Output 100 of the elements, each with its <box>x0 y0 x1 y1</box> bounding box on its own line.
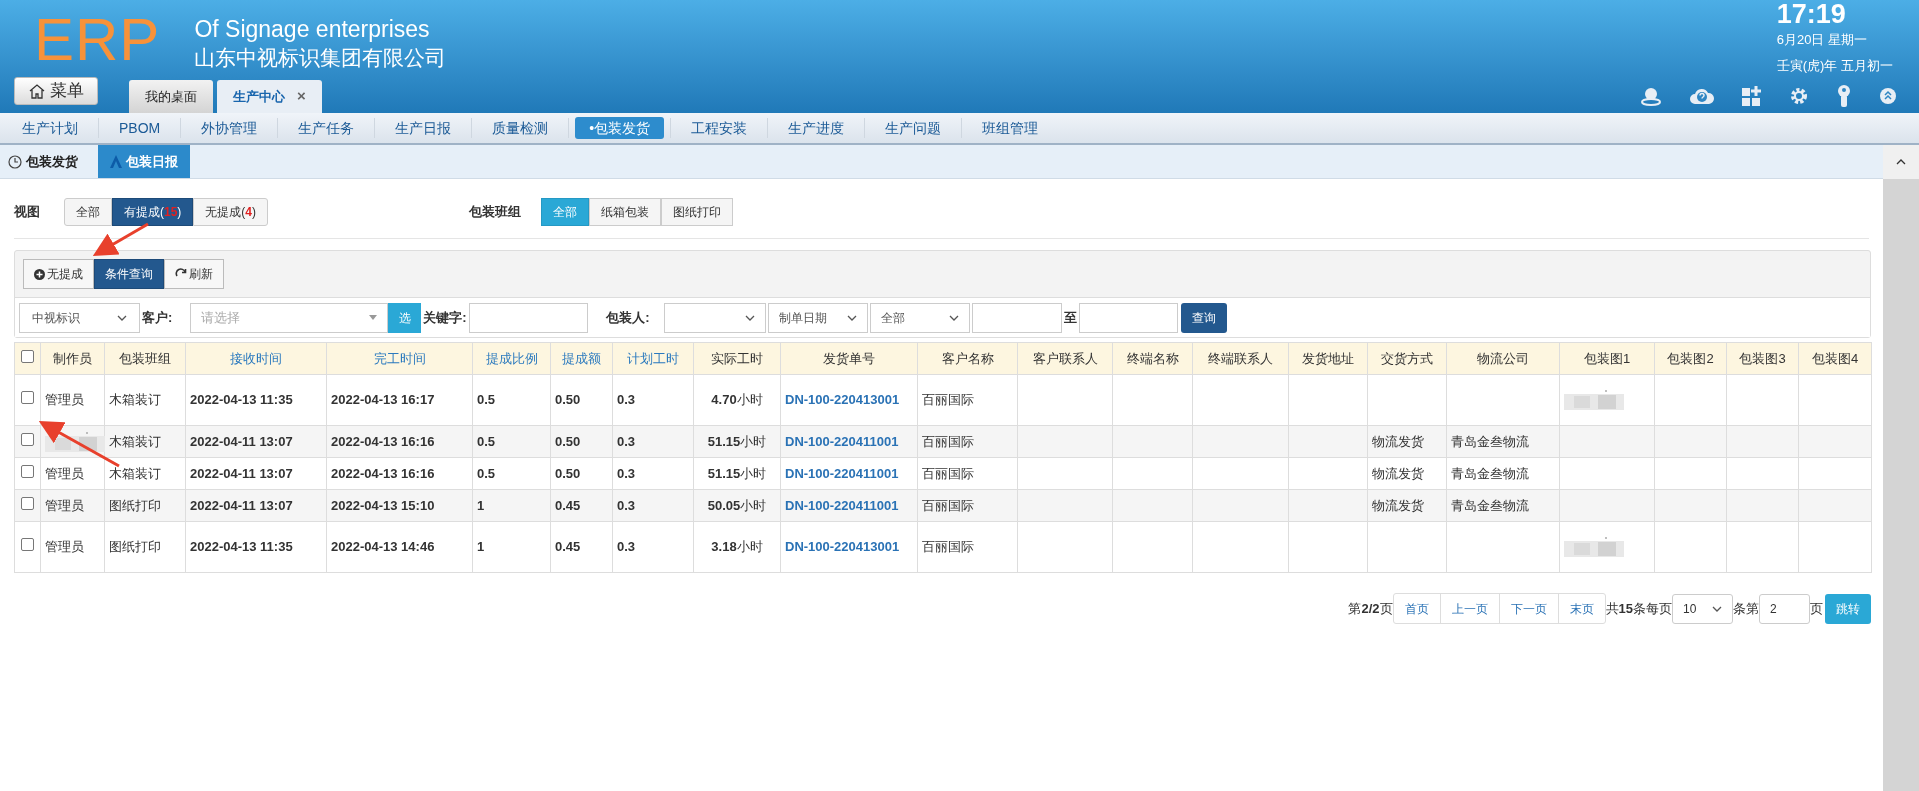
pagination-button[interactable]: 末页 <box>1557 594 1605 623</box>
nav-item[interactable]: 生产进度 <box>774 117 859 139</box>
table-cell-text: 青岛金叁物流 <box>1451 465 1529 481</box>
window-tab[interactable]: 生产中心 × <box>217 80 322 113</box>
date-text: 6月20日 星期一 <box>1776 31 1868 49</box>
view-filter-button[interactable]: 有提成(15) <box>112 198 194 226</box>
column-header[interactable]: 提成额 <box>550 342 613 375</box>
table-cell-text: 2022-04-11 13:07 <box>190 433 293 449</box>
checkbox[interactable] <box>21 349 34 363</box>
page-info: 第2/2页 <box>1348 599 1393 618</box>
chevron-down-icon <box>846 314 857 321</box>
table-cell-text: 0.3 <box>617 539 636 555</box>
collapse-up-icon[interactable] <box>1879 87 1897 105</box>
checkbox[interactable] <box>21 432 34 446</box>
table-cell-text: 0.5 <box>477 392 496 408</box>
settings-icon[interactable] <box>1789 86 1809 106</box>
table-cell-text: 百丽国际 <box>922 497 974 513</box>
checkbox[interactable] <box>21 496 34 510</box>
table-cell-text: 管理员 <box>45 392 84 408</box>
nav-item[interactable]: 生产日报 <box>381 117 466 139</box>
range-select[interactable]: 全部 <box>869 302 970 333</box>
end-date-input[interactable] <box>1078 302 1178 333</box>
close-icon[interactable]: × <box>297 85 306 108</box>
table-cell-text: 0.3 <box>617 392 636 408</box>
customer-label: 客户: <box>142 308 173 327</box>
nav-item[interactable]: 质量检测 <box>478 117 563 139</box>
sub-tab[interactable]: 包装日报 <box>98 145 190 178</box>
column-header: 终端名称 <box>1112 342 1193 375</box>
nav-item[interactable]: PBOM <box>105 117 175 139</box>
goto-page-input[interactable]: 2 <box>1759 593 1810 624</box>
vertical-scrollbar[interactable] <box>1883 145 1919 791</box>
column-header[interactable]: 接收时间 <box>185 342 327 375</box>
column-header: 终端联系人 <box>1192 342 1289 375</box>
toolbar-button[interactable]: 刷新 <box>164 259 224 289</box>
sub-tab[interactable]: 包装发货 <box>0 145 86 178</box>
pagination-button[interactable]: 上一页 <box>1439 594 1499 623</box>
table-cell-text: 2022-04-13 16:16 <box>331 465 435 481</box>
company-select[interactable]: 中视标识 <box>19 302 140 333</box>
menu-button[interactable]: 菜单 <box>14 77 98 105</box>
column-header[interactable]: 完工时间 <box>326 342 473 375</box>
keyword-input[interactable] <box>468 302 588 333</box>
nav-item[interactable]: 班组管理 <box>968 117 1053 139</box>
nav-item[interactable]: 工程安装 <box>677 117 762 139</box>
nav-item[interactable]: 生产任务 <box>284 117 369 139</box>
table-cell-text: 木箱装订 <box>109 465 161 481</box>
table-cell-text: 0.50 <box>555 392 581 408</box>
nav-item[interactable]: 生产计划 <box>8 117 92 139</box>
view-label: 视图 <box>14 203 41 222</box>
key-icon[interactable] <box>1836 85 1852 107</box>
table-cell-text: 百丽国际 <box>922 539 974 555</box>
search-button[interactable]: 查询 <box>1180 302 1227 333</box>
table-cell-text: 2022-04-13 14:46 <box>331 539 435 555</box>
group-filter-button[interactable]: 图纸打印 <box>661 198 734 226</box>
clock-icon <box>8 154 22 169</box>
table-cell-text: 0.50 <box>555 465 581 481</box>
view-filter-button[interactable]: 无提成(4) <box>193 198 269 226</box>
erp-logo: ERP <box>34 5 161 75</box>
packing-group-label: 包装班组 <box>469 203 523 222</box>
nav-item[interactable]: 外协管理 <box>187 117 272 139</box>
checkbox[interactable] <box>21 391 34 405</box>
table-cell-text: 3.18小时 <box>711 539 763 555</box>
nav-item[interactable]: 生产问题 <box>871 117 956 139</box>
chevron-down-icon <box>117 314 127 321</box>
toolbar-button[interactable]: 无提成 <box>23 259 94 289</box>
window-tab[interactable]: 我的桌面 <box>129 80 213 113</box>
column-header[interactable]: 提成比例 <box>472 342 551 375</box>
plus-circle-icon <box>34 268 45 280</box>
page-size-select[interactable]: 10 <box>1672 593 1733 624</box>
group-filter-button[interactable]: 纸箱包装 <box>589 198 662 226</box>
chevron-down-icon <box>948 314 959 321</box>
page-word: 页 <box>1810 599 1823 618</box>
chevron-down-icon <box>744 314 755 321</box>
table-cell-text: 0.50 <box>555 433 581 449</box>
tab-label: 生产中心 <box>233 87 285 106</box>
column-header: 实际工时 <box>693 342 781 375</box>
home-icon <box>28 83 46 99</box>
column-header: 包装图1 <box>1559 342 1655 375</box>
view-filter-button[interactable]: 全部 <box>64 198 112 226</box>
column-header: 包装图2 <box>1654 342 1727 375</box>
toolbar-button[interactable]: 条件查询 <box>94 259 164 289</box>
pagination-button[interactable]: 下一页 <box>1498 594 1558 623</box>
table-cell-text: 1 <box>477 539 485 555</box>
pagination-button[interactable]: 首页 <box>1393 594 1440 623</box>
table-cell-text: 百丽国际 <box>922 392 974 408</box>
scroll-up-icon[interactable] <box>1896 159 1906 165</box>
checkbox[interactable] <box>21 464 34 478</box>
goto-label: 条第 <box>1733 599 1759 618</box>
to-label: 至 <box>1063 308 1077 327</box>
checkbox[interactable] <box>21 538 34 552</box>
table-cell-text: 2022-04-13 11:35 <box>190 539 293 555</box>
column-header[interactable]: 计划工时 <box>612 342 694 375</box>
date-type-select[interactable]: 制单日期 <box>767 302 868 333</box>
start-date-input[interactable] <box>971 302 1062 333</box>
table-cell-text: 管理员 <box>45 497 84 513</box>
nav-item[interactable]: •包装发货 <box>575 117 665 139</box>
table-cell-text: 2022-04-11 13:07 <box>190 497 293 513</box>
company-title-english: Of Signage enterprises <box>194 15 431 44</box>
grid-add-icon[interactable] <box>1742 86 1762 106</box>
cloud-help-icon[interactable] <box>1689 86 1715 106</box>
table-cell-text: 青岛金叁物流 <box>1451 497 1529 513</box>
